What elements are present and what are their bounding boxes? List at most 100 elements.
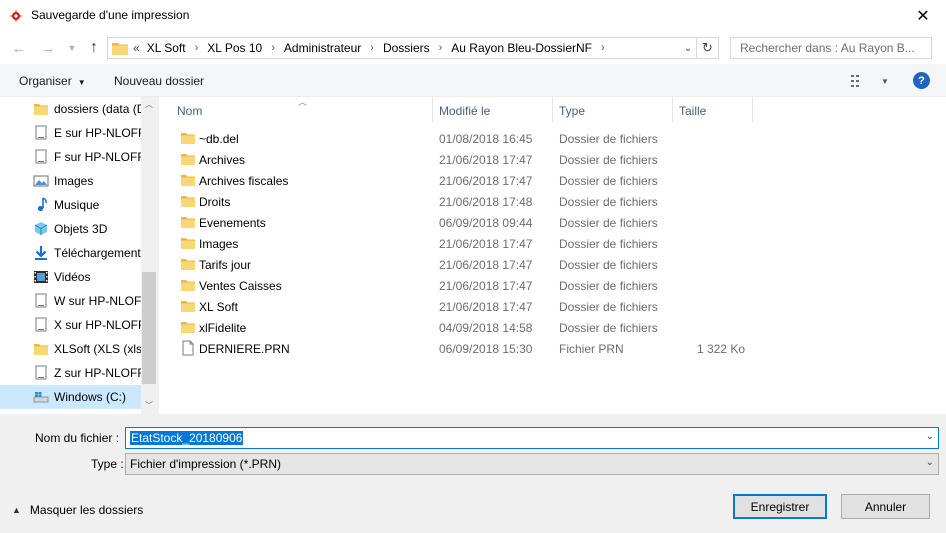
organize-button[interactable]: Organiser ▼ bbox=[19, 74, 86, 88]
column-header-date[interactable]: Modifié le bbox=[433, 97, 553, 122]
save-button[interactable]: Enregistrer bbox=[733, 494, 827, 519]
file-icon bbox=[182, 340, 194, 356]
file-name: Tarifs jour bbox=[199, 258, 252, 272]
breadcrumb-overflow[interactable]: « bbox=[133, 41, 140, 55]
new-folder-button[interactable]: Nouveau dossier bbox=[114, 74, 204, 88]
sidebar-item[interactable]: Vidéos bbox=[0, 265, 141, 289]
breadcrumb-item[interactable]: Au Rayon Bleu-DossierNF bbox=[451, 41, 592, 55]
forward-arrow-icon[interactable]: → bbox=[38, 38, 58, 58]
sidebar-item[interactable]: XLSoft (XLS (xls)) bbox=[0, 337, 141, 361]
table-row[interactable]: Archives fiscales 21/06/2018 17:47 Dossier… bbox=[171, 170, 771, 191]
file-modified: 21/06/2018 17:47 bbox=[439, 300, 533, 314]
sidebar-item[interactable]: X sur HP-NLOFF bbox=[0, 313, 141, 337]
table-row[interactable]: Images 21/06/2018 17:47 Dossier de fichier… bbox=[171, 233, 771, 254]
up-arrow-icon[interactable]: ↑ bbox=[84, 38, 104, 58]
chevron-right-icon[interactable]: › bbox=[271, 42, 275, 54]
caret-down-icon: ▼ bbox=[881, 76, 889, 86]
file-type: Dossier de fichiers bbox=[559, 216, 658, 230]
column-header-size[interactable]: Taille bbox=[673, 97, 753, 122]
refresh-icon[interactable]: ↻ bbox=[697, 37, 719, 59]
sidebar-item[interactable]: W sur HP-NLOFF bbox=[0, 289, 141, 313]
back-arrow-icon[interactable]: ← bbox=[9, 38, 29, 58]
folder-icon bbox=[181, 280, 195, 291]
table-row[interactable]: XL Soft 21/06/2018 17:47 Dossier de fichie… bbox=[171, 296, 771, 317]
file-modified: 06/09/2018 09:44 bbox=[439, 216, 533, 230]
scroll-down-icon[interactable]: ﹀ bbox=[141, 400, 157, 412]
search-input[interactable]: Rechercher dans : Au Rayon B... bbox=[730, 37, 932, 59]
chevron-right-icon[interactable]: › bbox=[601, 42, 605, 54]
table-row[interactable]: DERNIERE.PRN 06/09/2018 15:30 Fichier PRN 1… bbox=[171, 338, 771, 359]
sidebar-item[interactable]: Z sur HP-NLOFF bbox=[0, 361, 141, 385]
table-row[interactable]: ~db.del 01/08/2018 16:45 Dossier de fichie… bbox=[171, 128, 771, 149]
navigation-pane[interactable]: dossiers (data (D E sur HP-NLOFF F sur HP-… bbox=[0, 97, 157, 414]
hide-folders-label: Masquer les dossiers bbox=[29, 503, 144, 517]
sidebar-item-label: Vidéos bbox=[54, 270, 91, 284]
file-modified: 21/06/2018 17:48 bbox=[439, 195, 533, 209]
sidebar-item-label: dossiers (data (D bbox=[54, 102, 141, 116]
chevron-right-icon[interactable]: › bbox=[195, 42, 199, 54]
file-modified: 21/06/2018 17:47 bbox=[439, 153, 533, 167]
table-row[interactable]: Evenements 06/09/2018 09:44 Dossier de fic… bbox=[171, 212, 771, 233]
column-header-name[interactable]: Nom bbox=[171, 97, 433, 122]
folder-icon bbox=[181, 259, 195, 270]
filename-field[interactable]: EtatStock_20180906 ⌄ bbox=[125, 427, 939, 449]
table-row[interactable]: Ventes Caisses 21/06/2018 17:47 Dossier de… bbox=[171, 275, 771, 296]
pictures-icon bbox=[33, 175, 49, 187]
table-row[interactable]: Droits 21/06/2018 17:48 Dossier de fichier… bbox=[171, 191, 771, 212]
scrollbar-thumb[interactable] bbox=[142, 272, 156, 384]
scroll-up-icon[interactable]: ︿ bbox=[141, 99, 157, 111]
filetype-value: Fichier d'impression (*.PRN) bbox=[130, 457, 281, 471]
column-header-type[interactable]: Type bbox=[553, 97, 673, 122]
command-toolbar: Organiser ▼ Nouveau dossier ▼ ? bbox=[0, 64, 946, 97]
sidebar-item[interactable]: Objets 3D bbox=[0, 217, 141, 241]
sidebar-item[interactable]: Téléchargement bbox=[0, 241, 141, 265]
breadcrumb: « XL Soft › XL Pos 10 › Administrateur ›… bbox=[133, 41, 614, 55]
file-list[interactable]: ︿ Nom Modifié le Type Taille ~db.del 01/0… bbox=[159, 97, 946, 414]
sidebar-item[interactable]: E sur HP-NLOFF bbox=[0, 121, 141, 145]
hide-folders-button[interactable]: ▲ Masquer les dossiers bbox=[12, 503, 143, 517]
close-button[interactable]: ✕ bbox=[900, 0, 946, 32]
recent-locations-chevron-icon[interactable]: ▼ bbox=[62, 38, 82, 58]
sidebar-item-label: Images bbox=[54, 174, 94, 188]
chevron-down-icon[interactable]: ⌄ bbox=[926, 457, 934, 468]
sidebar-item-label: X sur HP-NLOFF bbox=[54, 318, 141, 332]
breadcrumb-item[interactable]: Administrateur bbox=[284, 41, 361, 55]
file-type: Dossier de fichiers bbox=[559, 195, 658, 209]
caret-down-icon: ▼ bbox=[77, 78, 86, 87]
sidebar-item[interactable]: Windows (C:) bbox=[0, 385, 141, 409]
breadcrumb-item[interactable]: XL Soft bbox=[147, 41, 186, 55]
file-name: Images bbox=[199, 237, 239, 251]
network-drive-icon bbox=[35, 125, 47, 140]
file-type: Dossier de fichiers bbox=[559, 132, 658, 146]
navigation-scrollbar[interactable]: ︿ ﹀ bbox=[141, 97, 157, 414]
table-row[interactable]: Tarifs jour 21/06/2018 17:47 Dossier de fi… bbox=[171, 254, 771, 275]
file-modified: 21/06/2018 17:47 bbox=[439, 279, 533, 293]
chevron-right-icon[interactable]: › bbox=[439, 42, 443, 54]
chevron-down-icon[interactable]: ⌄ bbox=[926, 431, 934, 442]
help-button[interactable]: ? bbox=[913, 72, 930, 89]
view-options-button[interactable]: ▼ bbox=[851, 73, 891, 89]
filename-value[interactable]: EtatStock_20180906 bbox=[130, 431, 244, 445]
breadcrumb-item[interactable]: XL Pos 10 bbox=[207, 41, 262, 55]
app-icon bbox=[9, 9, 23, 23]
file-modified: 21/06/2018 17:47 bbox=[439, 237, 533, 251]
filetype-select[interactable]: Fichier d'impression (*.PRN) ⌄ bbox=[125, 453, 939, 475]
file-name: Evenements bbox=[199, 216, 266, 230]
chevron-right-icon[interactable]: › bbox=[370, 42, 374, 54]
sidebar-item[interactable]: Images bbox=[0, 169, 141, 193]
caret-up-icon: ▲ bbox=[12, 505, 21, 515]
breadcrumb-item[interactable]: Dossiers bbox=[383, 41, 430, 55]
file-size: 1 322 Ko bbox=[696, 342, 745, 356]
file-type: Dossier de fichiers bbox=[559, 237, 658, 251]
file-modified: 04/09/2018 14:58 bbox=[439, 321, 533, 335]
cancel-button[interactable]: Annuler bbox=[841, 494, 930, 519]
sidebar-item[interactable]: dossiers (data (D bbox=[0, 97, 141, 121]
table-row[interactable]: Archives 21/06/2018 17:47 Dossier de fichi… bbox=[171, 149, 771, 170]
folder-icon bbox=[112, 43, 128, 55]
folder-icon bbox=[181, 217, 195, 228]
sidebar-item[interactable]: F sur HP-NLOFF bbox=[0, 145, 141, 169]
table-row[interactable]: xlFidelite 04/09/2018 14:58 Dossier de fic… bbox=[171, 317, 771, 338]
address-bar[interactable]: « XL Soft › XL Pos 10 › Administrateur ›… bbox=[107, 37, 697, 59]
chevron-down-icon[interactable]: ⌄ bbox=[680, 40, 696, 56]
sidebar-item[interactable]: Musique bbox=[0, 193, 141, 217]
